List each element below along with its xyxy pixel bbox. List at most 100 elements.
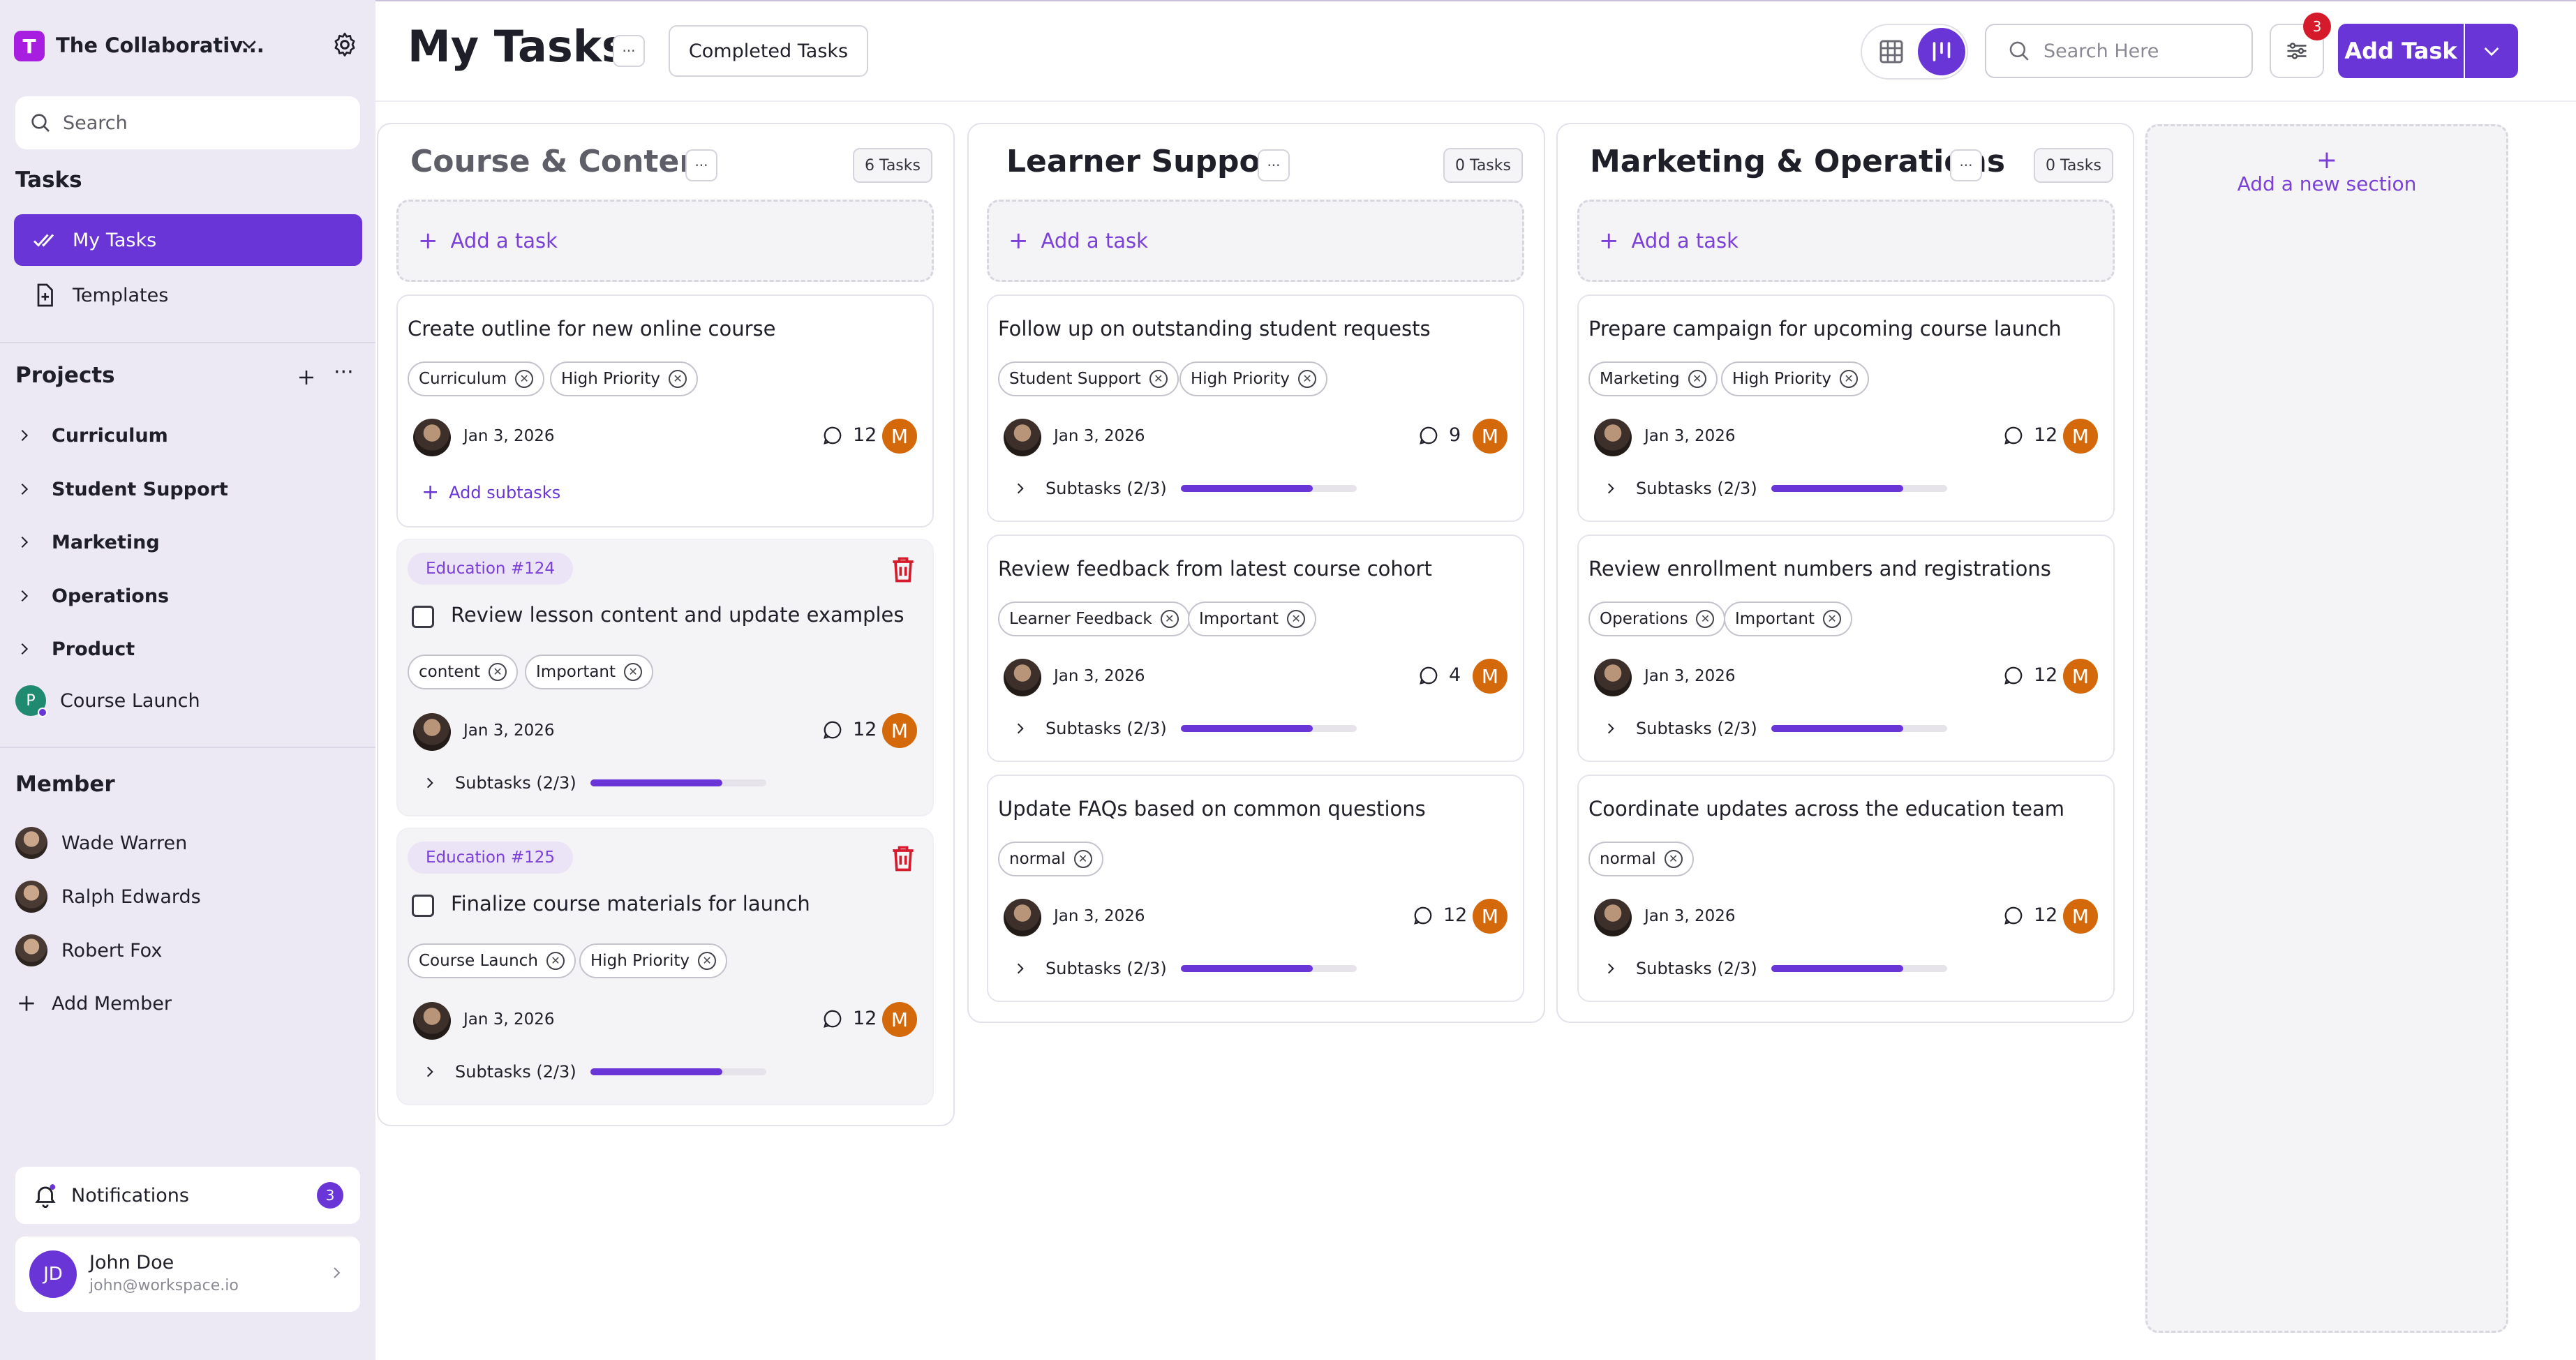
- remove-tag-icon[interactable]: ✕: [698, 952, 717, 970]
- sidebar-item-curriculum[interactable]: Curriculum: [17, 414, 168, 456]
- subtasks-toggle[interactable]: Subtasks (2/3): [1604, 479, 1947, 498]
- remove-tag-icon[interactable]: ✕: [1298, 370, 1317, 388]
- user-profile[interactable]: JD John Doe john@workspace.io: [15, 1236, 360, 1312]
- remove-tag-icon[interactable]: ✕: [1073, 850, 1092, 868]
- remove-tag-icon[interactable]: ✕: [669, 370, 687, 388]
- add-member-button[interactable]: Add Member: [15, 982, 172, 1024]
- assignee-avatar[interactable]: M: [2063, 899, 2098, 934]
- column-more-button[interactable]: ···: [1950, 149, 1982, 181]
- sidebar-item-student-support[interactable]: Student Support: [17, 468, 228, 510]
- task-card[interactable]: Prepare campaign for upcoming course lau…: [1577, 294, 2115, 522]
- remove-tag-icon[interactable]: ✕: [1160, 610, 1179, 628]
- workspace-name[interactable]: The Collaborativ...: [56, 33, 265, 57]
- comment-count[interactable]: 4: [1418, 664, 1461, 686]
- task-tag[interactable]: Important ✕: [525, 655, 654, 689]
- plus-icon[interactable]: [296, 367, 317, 388]
- task-tag[interactable]: Course Launch ✕: [408, 943, 576, 978]
- chevron-down-icon[interactable]: [239, 33, 260, 54]
- remove-tag-icon[interactable]: ✕: [1840, 370, 1859, 388]
- assignee-avatar[interactable]: M: [882, 1002, 917, 1037]
- sidebar-item-operations[interactable]: Operations: [17, 575, 169, 617]
- subtasks-toggle[interactable]: Subtasks (2/3): [423, 1062, 766, 1082]
- comment-count[interactable]: 9: [1418, 424, 1461, 446]
- search-input[interactable]: Search Here: [1985, 24, 2253, 78]
- page-more-button[interactable]: ···: [613, 35, 645, 67]
- comment-count[interactable]: 12: [2003, 664, 2057, 686]
- add-task-button[interactable]: + Add a task: [987, 200, 1524, 282]
- remove-tag-icon[interactable]: ✕: [515, 370, 534, 388]
- subtasks-toggle[interactable]: Subtasks (2/3): [1604, 719, 1947, 738]
- remove-tag-icon[interactable]: ✕: [1696, 610, 1715, 628]
- task-card[interactable]: Follow up on outstanding student request…: [987, 294, 1524, 522]
- assignee-avatar[interactable]: M: [1473, 659, 1507, 694]
- task-tag[interactable]: Student Support ✕: [998, 361, 1179, 396]
- sidebar-item-marketing[interactable]: Marketing: [17, 521, 160, 563]
- remove-tag-icon[interactable]: ✕: [489, 663, 507, 681]
- subtasks-toggle[interactable]: Subtasks (2/3): [1013, 479, 1357, 498]
- task-tag[interactable]: Curriculum ✕: [408, 361, 545, 396]
- table-view-icon[interactable]: [1877, 38, 1905, 66]
- comment-count[interactable]: 12: [822, 424, 877, 446]
- task-tag[interactable]: normal ✕: [1588, 842, 1694, 876]
- remove-tag-icon[interactable]: ✕: [1688, 370, 1706, 388]
- task-card[interactable]: Education #124 Review lesson content and…: [396, 539, 934, 816]
- assignee-avatar[interactable]: M: [2063, 419, 2098, 454]
- assignee-avatar[interactable]: M: [1473, 899, 1507, 934]
- board-view-button[interactable]: [1918, 28, 1965, 75]
- sidebar-item-my-tasks[interactable]: My Tasks: [14, 214, 362, 266]
- task-tag[interactable]: normal ✕: [998, 842, 1103, 876]
- task-tag[interactable]: High Priority ✕: [1721, 361, 1870, 396]
- remove-tag-icon[interactable]: ✕: [1149, 370, 1168, 388]
- sidebar-search-input[interactable]: Search: [15, 96, 360, 149]
- remove-tag-icon[interactable]: ✕: [624, 663, 643, 681]
- task-card[interactable]: Review feedback from latest course cohor…: [987, 535, 1524, 762]
- add-section-button[interactable]: + Add a new section: [2145, 124, 2508, 1333]
- task-tag[interactable]: High Priority ✕: [550, 361, 699, 396]
- add-subtasks-button[interactable]: + Add subtasks: [422, 480, 560, 505]
- gear-icon[interactable]: [331, 31, 359, 59]
- trash-icon[interactable]: [888, 554, 918, 585]
- assignee-avatar[interactable]: M: [882, 419, 917, 454]
- remove-tag-icon[interactable]: ✕: [1287, 610, 1306, 628]
- comment-count[interactable]: 12: [822, 719, 877, 740]
- add-task-button[interactable]: Add Task: [2338, 24, 2464, 78]
- task-card[interactable]: Education #125 Finalize course materials…: [396, 828, 934, 1105]
- remove-tag-icon[interactable]: ✕: [1823, 610, 1842, 628]
- task-card[interactable]: Review enrollment numbers and registrati…: [1577, 535, 2115, 762]
- task-tag[interactable]: High Priority ✕: [579, 943, 728, 978]
- member-item[interactable]: Wade Warren: [15, 822, 187, 864]
- member-item[interactable]: Ralph Edwards: [15, 876, 201, 918]
- comment-count[interactable]: 12: [822, 1008, 877, 1029]
- comment-count[interactable]: 12: [1413, 904, 1467, 926]
- add-task-dropdown-button[interactable]: [2465, 24, 2518, 78]
- sidebar-item-product[interactable]: Product: [17, 628, 135, 670]
- task-tag[interactable]: Important ✕: [1724, 601, 1853, 636]
- subtasks-toggle[interactable]: Subtasks (2/3): [1013, 959, 1357, 978]
- task-card[interactable]: Update FAQs based on common questions no…: [987, 775, 1524, 1002]
- sidebar-item-templates[interactable]: Templates: [14, 269, 362, 321]
- task-tag[interactable]: Important ✕: [1188, 601, 1317, 636]
- task-card[interactable]: Coordinate updates across the education …: [1577, 775, 2115, 1002]
- member-item[interactable]: Robert Fox: [15, 929, 162, 971]
- notifications-button[interactable]: Notifications 3: [15, 1167, 360, 1224]
- assignee-avatar[interactable]: M: [882, 713, 917, 748]
- remove-tag-icon[interactable]: ✕: [546, 952, 565, 970]
- subtasks-toggle[interactable]: Subtasks (2/3): [1604, 959, 1947, 978]
- workspace-logo[interactable]: T: [14, 31, 45, 61]
- comment-count[interactable]: 12: [2003, 904, 2057, 926]
- assignee-avatar[interactable]: M: [2063, 659, 2098, 694]
- task-checkbox[interactable]: [412, 606, 434, 628]
- completed-tasks-button[interactable]: Completed Tasks: [669, 25, 868, 77]
- add-task-button[interactable]: + Add a task: [396, 200, 934, 282]
- sidebar-item-course-launch[interactable]: P Course Launch: [15, 680, 200, 722]
- task-checkbox[interactable]: [412, 895, 434, 917]
- comment-count[interactable]: 12: [2003, 424, 2057, 446]
- task-tag[interactable]: Marketing ✕: [1588, 361, 1718, 396]
- task-tag[interactable]: High Priority ✕: [1179, 361, 1328, 396]
- more-icon[interactable]: ···: [334, 360, 354, 384]
- task-tag[interactable]: Operations ✕: [1588, 601, 1726, 636]
- column-more-button[interactable]: ···: [685, 149, 717, 181]
- add-task-button[interactable]: + Add a task: [1577, 200, 2115, 282]
- assignee-avatar[interactable]: M: [1473, 419, 1507, 454]
- task-tag[interactable]: content ✕: [408, 655, 519, 689]
